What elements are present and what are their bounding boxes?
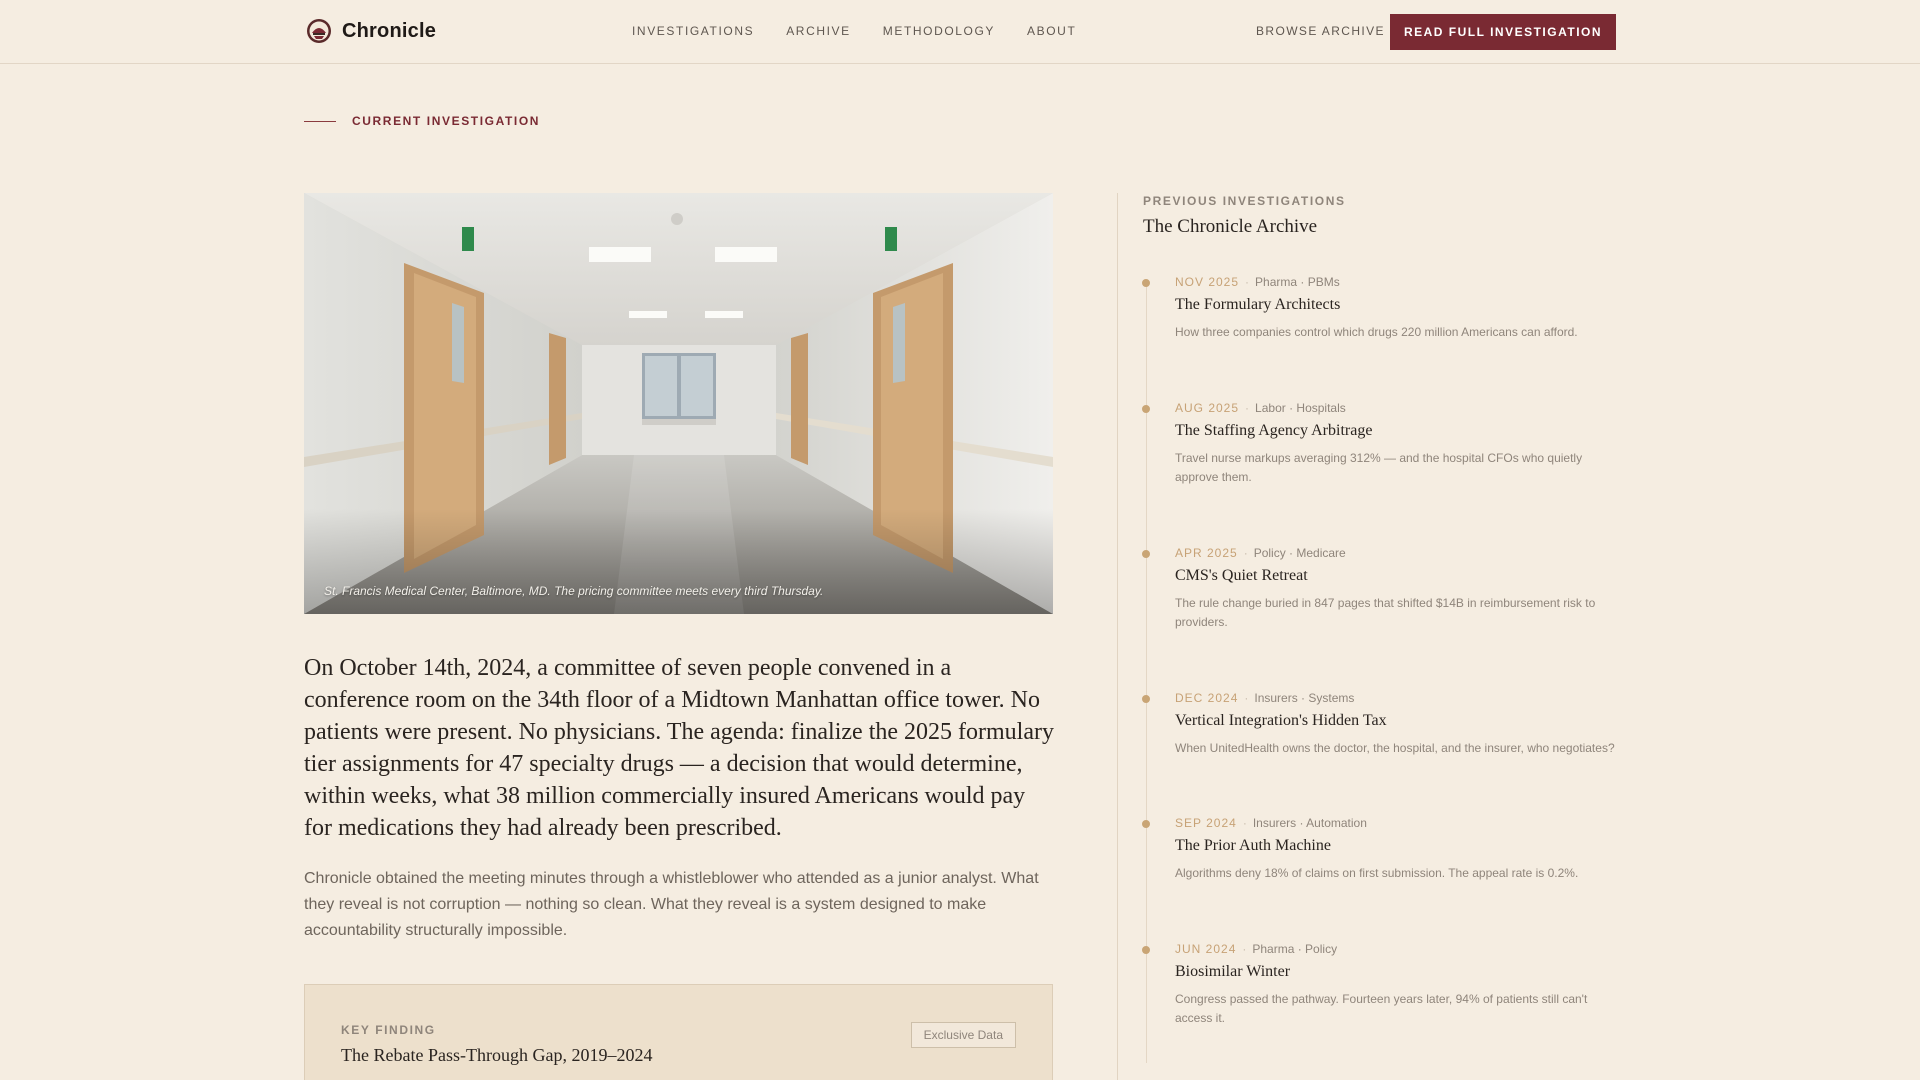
timeline-dot-icon — [1142, 946, 1150, 954]
archive-item-tags: Labor · Hospitals — [1255, 401, 1346, 415]
archive-item-meta: NOV 2025 · Pharma · PBMs — [1175, 275, 1340, 289]
archive-item-description: How three companies control which drugs … — [1175, 325, 1578, 339]
archive-item-date: NOV 2025 — [1175, 275, 1240, 289]
archive-item-meta: DEC 2024 · Insurers · Systems — [1175, 691, 1354, 705]
archive-item-title[interactable]: Biosimilar Winter — [1175, 963, 1290, 981]
archive-item-description: Congress passed the pathway. Fourteen ye… — [1175, 992, 1588, 1025]
sidebar-title: The Chronicle Archive — [1143, 216, 1318, 237]
nav-investigations[interactable]: INVESTIGATIONS — [632, 24, 754, 38]
sidebar-divider — [1117, 193, 1118, 1080]
archive-item-date: JUN 2024 — [1175, 942, 1237, 956]
archive-item-meta: APR 2025 · Policy · Medicare — [1175, 546, 1346, 560]
archive-item-meta: JUN 2024 · Pharma · Policy — [1175, 942, 1337, 956]
browse-archive-link[interactable]: BROWSE ARCHIVE — [1256, 24, 1385, 38]
chronicle-logo-icon — [307, 19, 331, 43]
meta-separator: · — [1244, 691, 1249, 705]
archive-item-title[interactable]: CMS's Quiet Retreat — [1175, 567, 1308, 585]
hero-caption: St. Francis Medical Center, Baltimore, M… — [324, 584, 824, 598]
archive-item-tags: Pharma · PBMs — [1255, 275, 1340, 289]
section-label-text: CURRENT INVESTIGATION — [352, 114, 541, 128]
archive-item-description: Algorithms deny 18% of claims on first s… — [1175, 866, 1579, 880]
nav-methodology[interactable]: METHODOLOGY — [883, 24, 995, 38]
archive-item-date: DEC 2024 — [1175, 691, 1239, 705]
article-lede: On October 14th, 2024, a committee of se… — [304, 655, 1054, 841]
archive-item-title[interactable]: The Prior Auth Machine — [1175, 837, 1331, 855]
current-investigation-label: CURRENT INVESTIGATION — [304, 114, 540, 128]
archive-item-title[interactable]: The Staffing Agency Arbitrage — [1175, 422, 1372, 440]
key-finding-title: The Rebate Pass-Through Gap, 2019–2024 — [341, 1045, 653, 1065]
article-body-paragraph: Chronicle obtained the meeting minutes t… — [304, 870, 1039, 939]
hospital-corridor-photo — [304, 193, 1053, 614]
archive-item-tags: Insurers · Automation — [1252, 816, 1367, 830]
read-full-investigation-button[interactable]: READ FULL INVESTIGATION — [1390, 14, 1616, 50]
timeline-dot-icon — [1142, 820, 1150, 828]
exclusive-data-badge: Exclusive Data — [910, 1022, 1016, 1048]
archive-item-tags: Policy · Medicare — [1253, 546, 1346, 560]
nav-archive[interactable]: ARCHIVE — [786, 24, 851, 38]
archive-item-meta: AUG 2025 · Labor · Hospitals — [1175, 401, 1346, 415]
timeline-dot-icon — [1142, 405, 1150, 413]
meta-separator: · — [1243, 546, 1248, 560]
archive-item-date: SEP 2024 — [1175, 816, 1237, 830]
meta-separator: · — [1242, 816, 1247, 830]
meta-separator: · — [1245, 275, 1250, 289]
key-finding-card: KEY FINDING The Rebate Pass-Through Gap,… — [304, 984, 1053, 1080]
key-finding-kicker: KEY FINDING — [341, 1023, 436, 1037]
archive-item-tags: Insurers · Systems — [1254, 691, 1355, 705]
nav-about[interactable]: ABOUT — [1027, 24, 1076, 38]
archive-item-description: When UnitedHealth owns the doctor, the h… — [1175, 741, 1615, 755]
sidebar-kicker: PREVIOUS INVESTIGATIONS — [1143, 194, 1346, 208]
meta-separator: · — [1242, 942, 1247, 956]
meta-separator: · — [1245, 401, 1250, 415]
archive-item-description: Travel nurse markups averaging 312% — an… — [1175, 451, 1583, 484]
archive-item-title[interactable]: The Formulary Architects — [1175, 296, 1340, 314]
section-rule — [304, 120, 336, 122]
top-navigation-bar: Chronicle INVESTIGATIONS ARCHIVE METHODO… — [0, 0, 1920, 64]
archive-item-title[interactable]: Vertical Integration's Hidden Tax — [1175, 712, 1387, 730]
timeline-dot-icon — [1142, 550, 1150, 558]
archive-item-date: APR 2025 — [1175, 546, 1238, 560]
archive-item-meta: SEP 2024 · Insurers · Automation — [1175, 816, 1367, 830]
hero-image: St. Francis Medical Center, Baltimore, M… — [304, 193, 1053, 614]
brand-name: Chronicle — [342, 19, 437, 42]
primary-nav: INVESTIGATIONS ARCHIVE METHODOLOGY ABOUT — [632, 24, 1076, 38]
archive-item-date: AUG 2025 — [1175, 401, 1240, 415]
timeline-dot-icon — [1142, 279, 1150, 287]
archive-item-description: The rule change buried in 847 pages that… — [1175, 596, 1596, 629]
brand[interactable]: Chronicle — [306, 18, 436, 44]
archive-item-tags: Pharma · Policy — [1252, 942, 1338, 956]
timeline-dot-icon — [1142, 695, 1150, 703]
